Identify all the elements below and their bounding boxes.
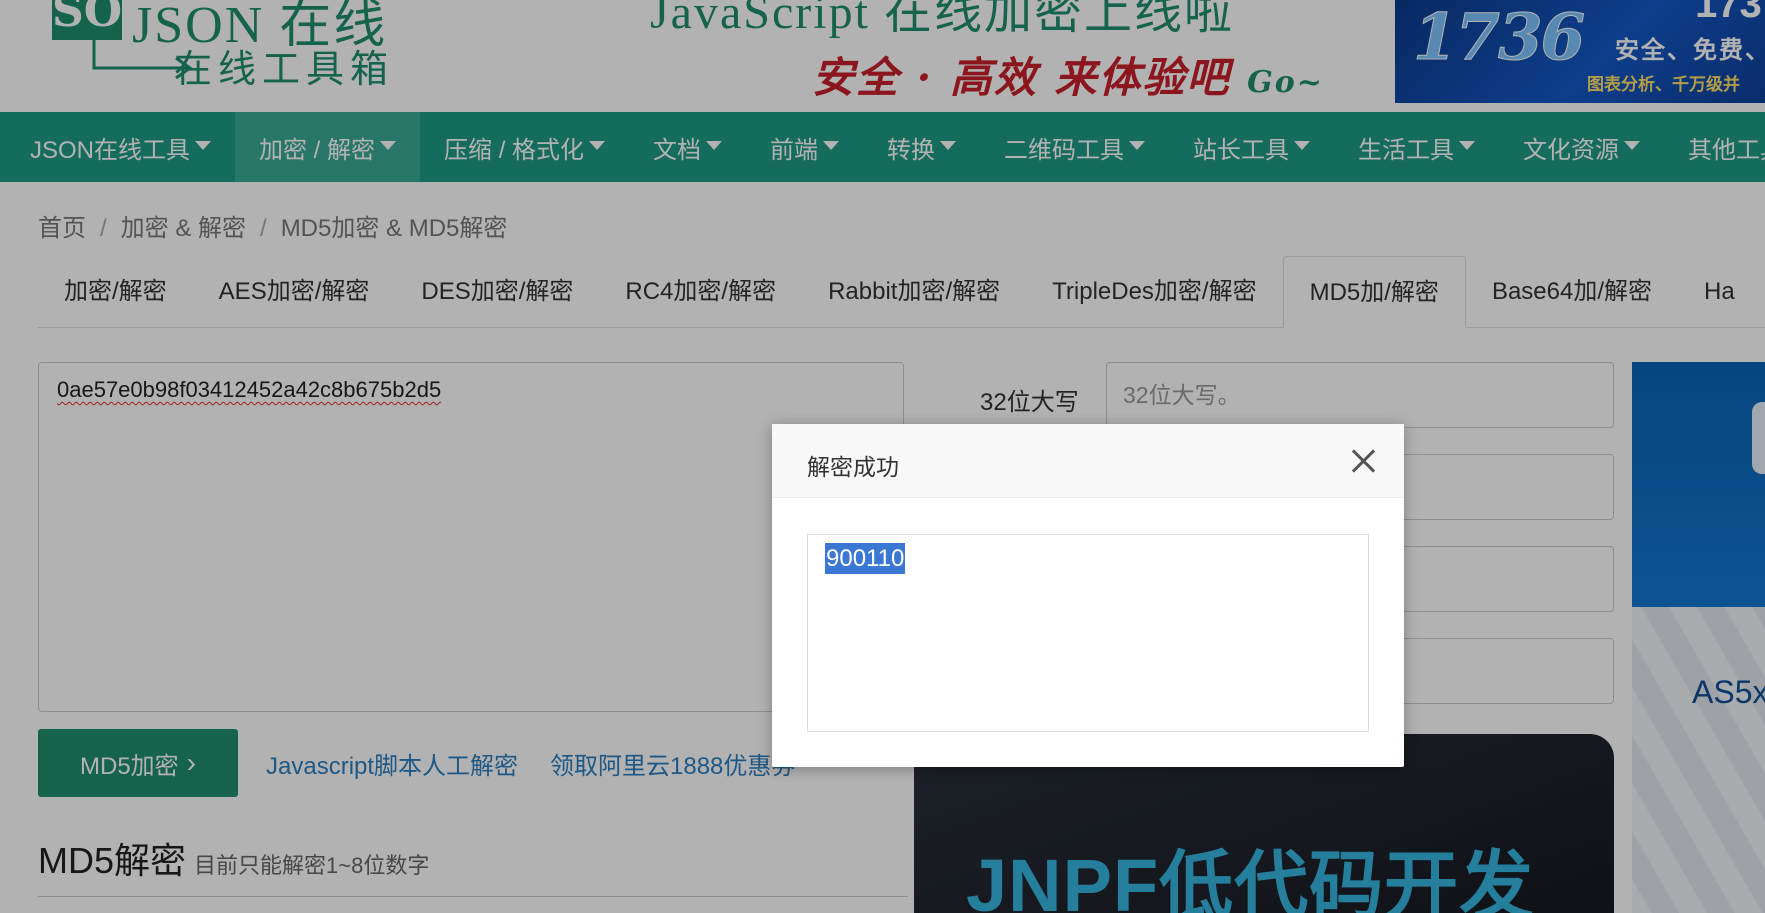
decrypt-success-dialog: 解密成功 900110 (772, 424, 1404, 767)
dialog-result-textarea[interactable]: 900110 (807, 534, 1369, 732)
dialog-header: 解密成功 (772, 424, 1404, 498)
close-icon[interactable] (1350, 448, 1376, 474)
dialog-result-value: 900110 (825, 543, 906, 574)
dialog-title: 解密成功 (807, 454, 899, 480)
